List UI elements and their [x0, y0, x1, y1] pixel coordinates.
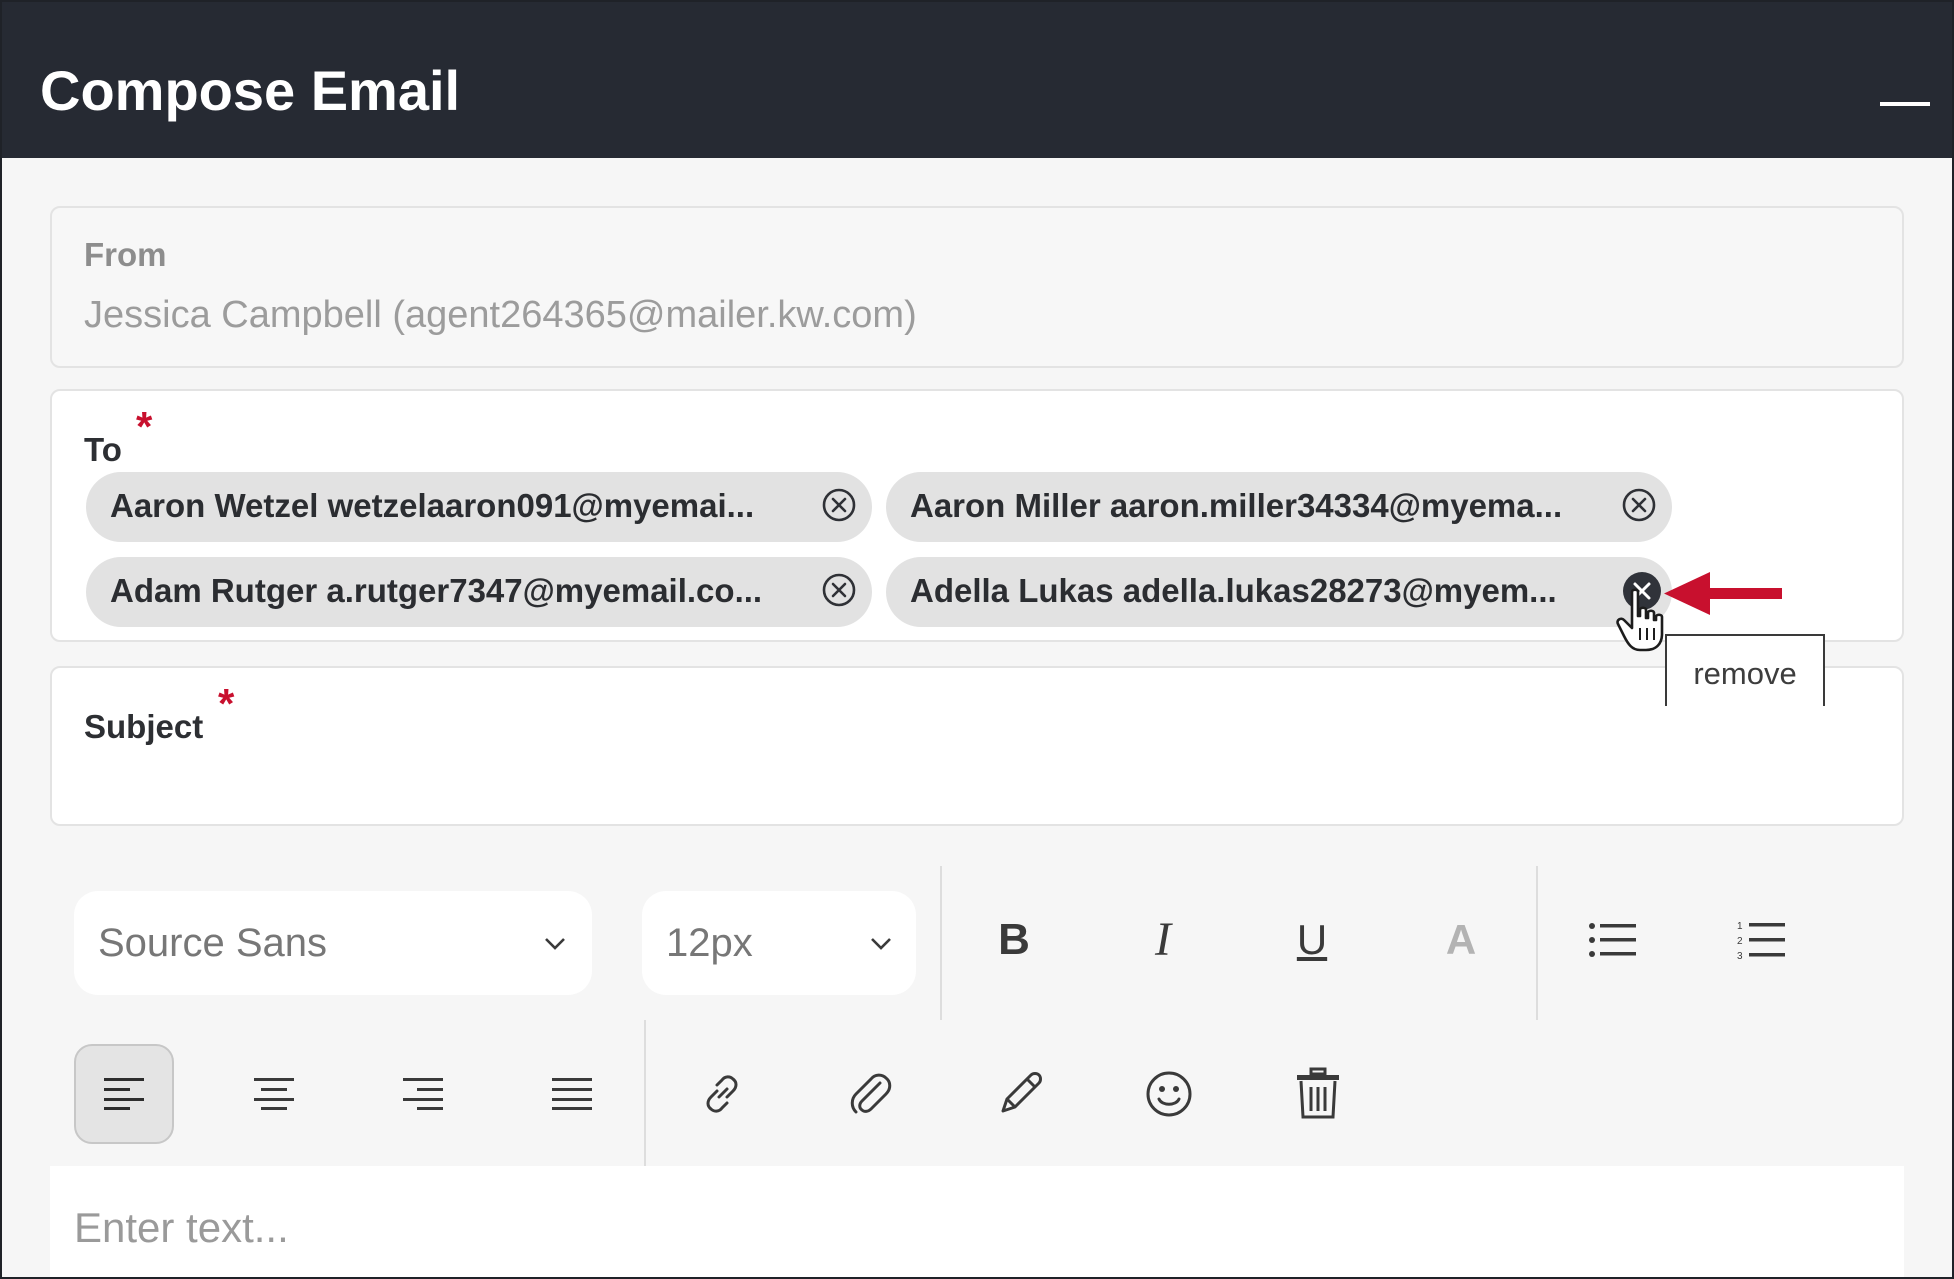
compose-email-window: Compose Email From Jessica Campbell (age… [0, 0, 1954, 1279]
text-color-button[interactable]: A [1411, 890, 1511, 990]
recipient-chip-label: Aaron Miller aaron.miller34334@myema... [910, 487, 1563, 524]
signature-button[interactable] [970, 1044, 1070, 1144]
font-size-select[interactable]: 12px [642, 891, 916, 995]
delete-button[interactable] [1268, 1044, 1368, 1144]
recipient-chip: Adella Lukas adella.lukas28273@myem... [886, 557, 1672, 627]
toolbar-divider [644, 1020, 646, 1168]
subject-field[interactable]: Subject * [50, 666, 1904, 826]
bold-button[interactable]: B [964, 890, 1064, 990]
chevron-down-icon [871, 938, 891, 950]
recipient-chip: Adam Rutger a.rutger7347@myemail.co... [86, 557, 872, 627]
recipient-chip: Aaron Miller aaron.miller34334@myema... [886, 472, 1672, 542]
remove-recipient-icon[interactable] [1622, 488, 1656, 522]
numbered-list-button[interactable]: 1 2 3 [1712, 890, 1812, 990]
link-icon [706, 1075, 738, 1113]
remove-recipient-icon[interactable] [822, 488, 856, 522]
smiley-icon [1146, 1071, 1192, 1117]
remove-recipient-icon[interactable] [822, 573, 856, 607]
hand-pointer-cursor-icon [1616, 588, 1664, 652]
text-color-icon: A [1445, 916, 1477, 963]
from-label: From [84, 236, 167, 273]
from-field: From Jessica Campbell (agent264365@maile… [50, 206, 1904, 368]
to-label: To [84, 431, 122, 468]
font-size-value: 12px [666, 921, 753, 965]
align-left-button[interactable] [74, 1044, 174, 1144]
to-required-mark: * [136, 403, 153, 450]
toolbar-divider [940, 866, 942, 1020]
underline-button[interactable]: U [1262, 890, 1362, 990]
annotation-arrow-icon [1664, 572, 1782, 615]
subject-required-mark: * [218, 680, 235, 727]
attach-file-button[interactable] [821, 1044, 921, 1144]
underline-icon: U [1296, 916, 1328, 963]
bullet-list-button[interactable] [1563, 890, 1663, 990]
toolbar-divider [1536, 866, 1538, 1020]
pen-icon [1001, 1072, 1042, 1113]
recipient-chip-label: Adella Lukas adella.lukas28273@myem... [910, 572, 1557, 609]
remove-tooltip: remove [1665, 634, 1825, 706]
insert-link-button[interactable] [672, 1044, 772, 1144]
title-bar: Compose Email [2, 2, 1952, 158]
align-right-icon [403, 1078, 443, 1110]
font-family-value: Source Sans [98, 921, 328, 965]
numbered-list-icon: 1 2 3 [1737, 921, 1785, 961]
window-title: Compose Email [40, 59, 461, 122]
bold-icon: B [998, 915, 1030, 964]
emoji-button[interactable] [1119, 1044, 1219, 1144]
font-family-select[interactable]: Source Sans [74, 891, 592, 995]
italic-button[interactable]: I [1113, 890, 1213, 990]
align-right-button[interactable] [373, 1044, 473, 1144]
paperclip-icon [850, 1073, 892, 1114]
trash-icon [1297, 1067, 1339, 1119]
align-center-icon [254, 1078, 294, 1110]
align-left-icon [104, 1078, 144, 1110]
recipient-chip-label: Aaron Wetzel wetzelaaron091@myemai... [110, 487, 755, 524]
italic-icon: I [1155, 913, 1171, 966]
recipient-chip: Aaron Wetzel wetzelaaron091@myemai... [86, 472, 872, 542]
minimize-button[interactable] [1880, 102, 1930, 106]
align-center-button[interactable] [224, 1044, 324, 1144]
svg-text:1: 1 [1737, 921, 1743, 932]
align-justify-icon [552, 1078, 592, 1110]
align-justify-button[interactable] [522, 1044, 622, 1144]
subject-label: Subject [84, 708, 204, 745]
body-placeholder: Enter text... [74, 1204, 289, 1251]
bullet-list-icon [1589, 923, 1636, 957]
chevron-down-icon [545, 938, 565, 950]
svg-text:2: 2 [1737, 936, 1743, 947]
recipient-chip-label: Adam Rutger a.rutger7347@myemail.co... [110, 572, 763, 609]
email-body-editor[interactable]: Enter text... [50, 1166, 1904, 1277]
svg-text:3: 3 [1737, 951, 1743, 961]
from-value: Jessica Campbell (agent264365@mailer.kw.… [84, 294, 917, 336]
